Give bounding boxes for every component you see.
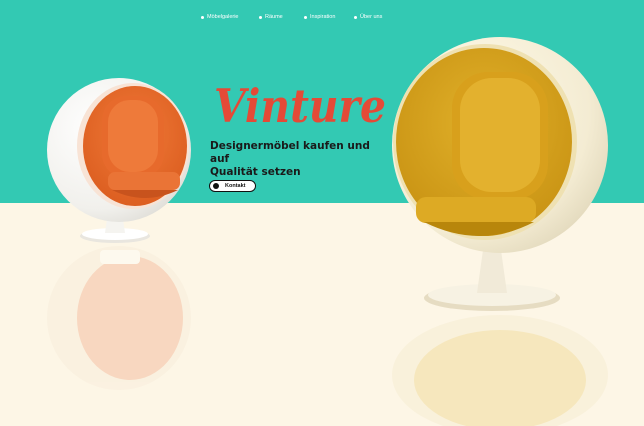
contact-button[interactable]: Kontakt bbox=[209, 180, 256, 192]
nav-bullet-icon bbox=[201, 15, 204, 19]
hero-tagline: Designermöbel kaufen und auf Qualität se… bbox=[210, 140, 390, 179]
ball-chair-right-image bbox=[392, 37, 608, 426]
contact-button-label: Kontakt bbox=[225, 183, 246, 189]
nav-item-label: Inspiration bbox=[310, 14, 336, 20]
nav-bullet-icon bbox=[304, 15, 307, 19]
top-navigation: Möbelgalerie Räume Inspiration Über uns bbox=[0, 11, 644, 23]
nav-bullet-icon bbox=[259, 15, 262, 19]
nav-item-label: Über uns bbox=[360, 14, 383, 20]
button-dot-icon bbox=[213, 183, 219, 189]
hero-tagline-line-2: Qualität setzen bbox=[210, 166, 301, 178]
nav-item-inspiration[interactable]: Inspiration bbox=[304, 11, 335, 23]
hero-stage: Möbelgalerie Räume Inspiration Über uns … bbox=[0, 0, 644, 426]
hero-tagline-line-1: Designermöbel kaufen und auf bbox=[210, 140, 370, 165]
nav-item-moebelgalerie[interactable]: Möbelgalerie bbox=[201, 11, 239, 23]
brand-wordmark: Vinture bbox=[214, 79, 386, 133]
nav-item-label: Räume bbox=[265, 14, 283, 20]
nav-item-raeume[interactable]: Räume bbox=[259, 11, 283, 23]
nav-bullet-icon bbox=[354, 15, 357, 19]
nav-item-ueber-uns[interactable]: Über uns bbox=[354, 11, 382, 23]
nav-item-label: Möbelgalerie bbox=[207, 14, 239, 20]
brand-logo[interactable]: Vinture bbox=[212, 70, 392, 136]
